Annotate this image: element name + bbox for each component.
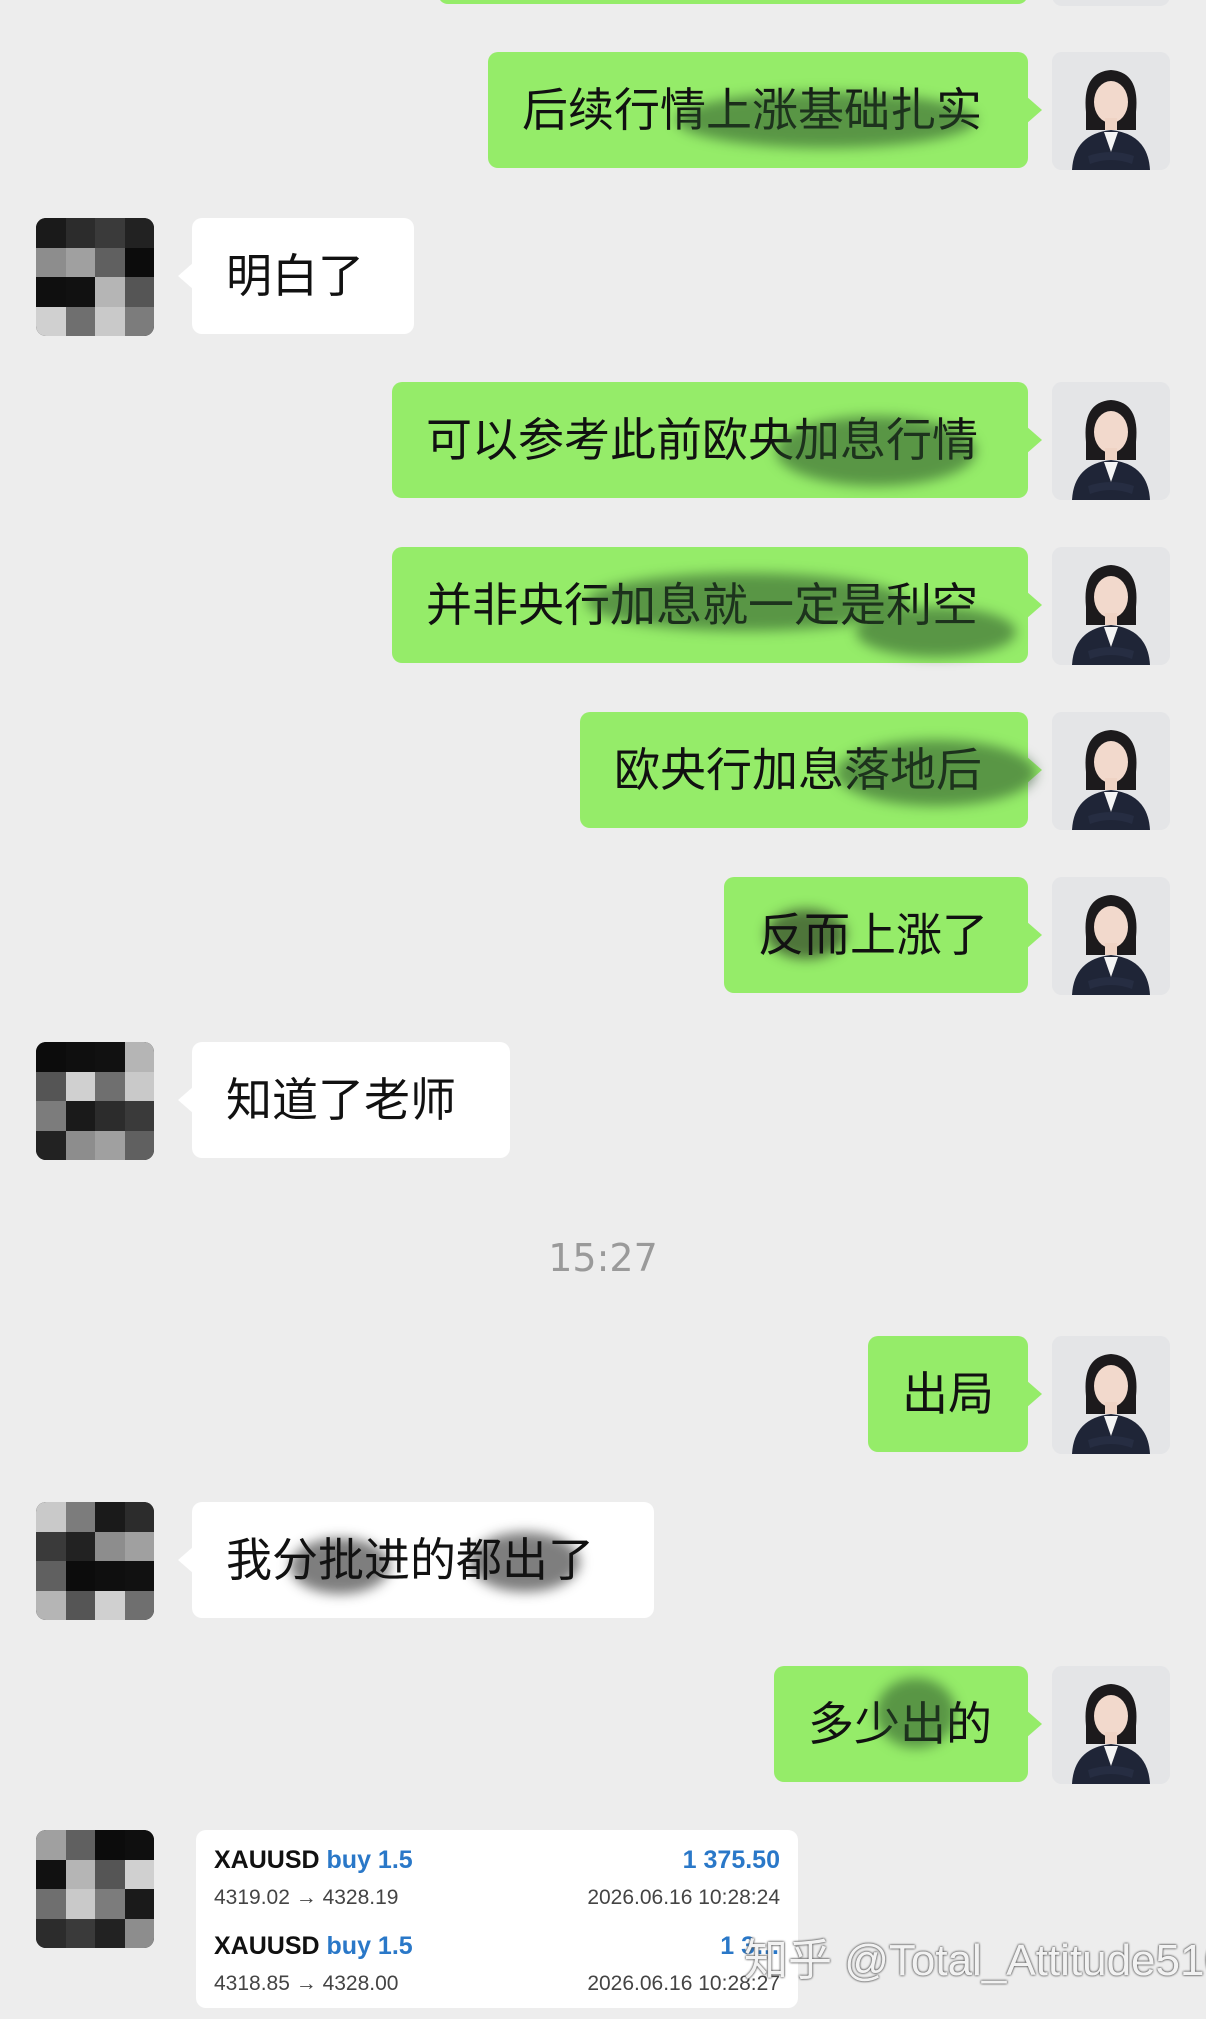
message-text: 反而上涨了 [758, 908, 988, 962]
user-avatar-pixelated[interactable] [36, 218, 154, 336]
pixelated-avatar-mosaic [36, 1042, 154, 1160]
trade-symbol-line: XAUUSD buy 1.5 [214, 1932, 413, 1961]
pixelated-avatar-mosaic [36, 1830, 154, 1948]
message-row: 反而上涨了 [0, 877, 1206, 997]
teacher-avatar[interactable] [1052, 52, 1170, 170]
trade-profit: 1 375.50 [682, 1846, 780, 1874]
zhihu-watermark: 知乎 @Total_Attitude5109 [744, 1936, 1206, 1985]
outgoing-message-bubble[interactable]: 后续行情上涨基础扎实 [488, 52, 1042, 168]
message-row: 知道了老师 [0, 1042, 1206, 1162]
trade-prices: 4319.02 → 4328.19 [214, 1886, 399, 1909]
teacher-avatar[interactable] [1052, 1336, 1170, 1454]
message-row: 多少出的 [0, 1666, 1206, 1786]
message-text: 知道了老师 [226, 1073, 456, 1127]
message-row: 明白了 [0, 218, 1206, 338]
message-row: 我分批进的都出了 [0, 1502, 1206, 1622]
trade-symbol: XAUUSD [214, 1846, 320, 1874]
trade-prices: 4318.85 → 4328.00 [214, 1972, 399, 1995]
previous-avatar [1052, 0, 1170, 6]
user-avatar-pixelated[interactable] [36, 1830, 154, 1948]
teacher-avatar[interactable] [1052, 712, 1170, 830]
message-text: 明白了 [226, 249, 364, 303]
trade-row: XAUUSD buy 1.5 1 3… 4318.85 → 4328.00 20… [206, 1924, 788, 2010]
message-text: 并非央行加息就一定是利空 [426, 578, 978, 632]
chat-timestamp: 15:27 [548, 1236, 658, 1280]
previous-message-bubble [438, 0, 1028, 4]
message-text: 出局 [902, 1367, 994, 1421]
user-avatar-pixelated[interactable] [36, 1502, 154, 1620]
message-text: 可以参考此前欧央加息行情 [426, 413, 978, 467]
teacher-avatar[interactable] [1052, 1666, 1170, 1784]
trade-screenshot-card[interactable]: XAUUSD buy 1.5 1 375.50 4319.02 → 4328.1… [196, 1830, 798, 2008]
message-text: 后续行情上涨基础扎实 [522, 83, 982, 137]
message-row: 并非央行加息就一定是利空 [0, 547, 1206, 667]
message-text: 我分批进的都出了 [226, 1533, 594, 1587]
trade-symbol: XAUUSD [214, 1932, 320, 1960]
trade-symbol-line: XAUUSD buy 1.5 [214, 1846, 413, 1875]
message-text: 多少出的 [808, 1697, 992, 1751]
teacher-avatar[interactable] [1052, 547, 1170, 665]
message-row: 后续行情上涨基础扎实 [0, 52, 1206, 172]
incoming-message-bubble[interactable]: 我分批进的都出了 [178, 1502, 654, 1618]
incoming-message-bubble[interactable]: 知道了老师 [178, 1042, 510, 1158]
outgoing-message-bubble[interactable]: 出局 [868, 1336, 1042, 1452]
trade-direction: buy 1.5 [326, 1932, 413, 1960]
outgoing-message-bubble[interactable]: 多少出的 [774, 1666, 1042, 1782]
outgoing-message-bubble[interactable]: 欧央行加息落地后 [580, 712, 1042, 828]
trade-row: XAUUSD buy 1.5 1 375.50 4319.02 → 4328.1… [206, 1838, 788, 1924]
user-avatar-pixelated[interactable] [36, 1042, 154, 1160]
teacher-avatar[interactable] [1052, 877, 1170, 995]
incoming-message-bubble[interactable]: 明白了 [178, 218, 414, 334]
message-row: 出局 [0, 1336, 1206, 1456]
teacher-avatar[interactable] [1052, 382, 1170, 500]
message-row: 欧央行加息落地后 [0, 712, 1206, 832]
outgoing-message-bubble[interactable]: 可以参考此前欧央加息行情 [392, 382, 1042, 498]
trade-time: 2026.06.16 10:28:24 [587, 1886, 780, 1909]
pixelated-avatar-mosaic [36, 218, 154, 336]
message-row: 可以参考此前欧央加息行情 [0, 382, 1206, 502]
trade-direction: buy 1.5 [326, 1846, 413, 1874]
outgoing-message-bubble[interactable]: 反而上涨了 [724, 877, 1042, 993]
pixelated-avatar-mosaic [36, 1502, 154, 1620]
outgoing-message-bubble[interactable]: 并非央行加息就一定是利空 [392, 547, 1042, 663]
message-text: 欧央行加息落地后 [614, 743, 982, 797]
